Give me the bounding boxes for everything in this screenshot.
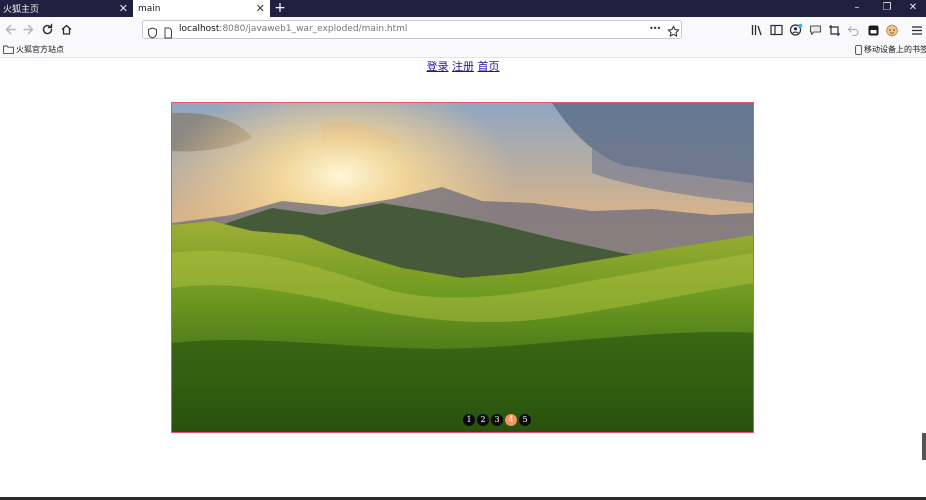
tab-firefox-home[interactable]: 火狐主页 ✕ [0,0,133,17]
home-icon [61,24,72,35]
scrollbar-thumb[interactable] [922,433,926,460]
undo-icon[interactable] [845,22,861,38]
tab-strip: 火狐主页 ✕ main ✕ + – ❐ ✕ [0,0,926,17]
forward-button[interactable] [19,20,38,39]
bookmark-star-icon[interactable] [667,23,680,42]
minimize-button[interactable]: – [842,0,872,17]
reload-icon [42,23,53,35]
folder-icon [3,45,14,54]
slider-dot-1[interactable]: 1 [463,414,475,426]
bookmark-label: 移动设备上的书签 [864,45,926,54]
slider-dot-2[interactable]: 2 [477,414,489,426]
tab-label: 火狐主页 [3,5,40,15]
tab-main[interactable]: main ✕ [133,0,270,17]
back-button[interactable] [1,20,20,39]
home-link[interactable]: 首页 [478,60,500,73]
image-slider[interactable]: 1 2 3 4 5 [171,102,754,433]
page-actions-icon[interactable]: ••• [649,21,661,38]
slider-dot-3[interactable]: 3 [491,414,503,426]
url-text[interactable]: localhost:8080/javaweb1_war_exploded/mai… [179,21,407,38]
bookmark-label: 火狐官方站点 [16,45,64,54]
page-info-icon[interactable] [163,24,173,43]
address-bar[interactable]: localhost:8080/javaweb1_war_exploded/mai… [142,20,682,39]
library-icon[interactable] [749,22,765,38]
slider-pagination: 1 2 3 4 5 [463,414,531,426]
landscape-image [172,103,753,432]
face-extension-icon[interactable] [884,22,900,38]
tab-close-icon[interactable]: ✕ [256,0,265,17]
bookmarks-toolbar: 火狐官方站点 移动设备上的书签 [0,42,926,58]
crop-icon[interactable] [826,22,842,38]
bookmark-firefox-official[interactable]: 火狐官方站点 [3,42,64,57]
chat-icon[interactable] [807,22,823,38]
sidebar-icon[interactable] [768,22,784,38]
home-button[interactable] [57,20,76,39]
menu-icon[interactable] [909,22,925,38]
window-close-button[interactable]: ✕ [898,0,926,17]
extension-icon[interactable] [865,22,881,38]
account-icon[interactable] [788,22,804,38]
new-tab-button[interactable]: + [272,0,288,17]
slider-dot-5[interactable]: 5 [519,414,531,426]
back-arrow-icon [5,24,16,35]
page-nav-links: 登录 注册 首页 [0,59,926,74]
shield-icon[interactable] [147,24,158,43]
slider-dot-4[interactable]: 4 [505,414,517,426]
forward-arrow-icon [23,24,34,35]
login-link[interactable]: 登录 [427,60,449,73]
tab-close-icon[interactable]: ✕ [119,0,128,17]
register-link[interactable]: 注册 [452,60,474,73]
tab-label: main [138,3,161,14]
bookmark-mobile[interactable]: 移动设备上的书签 [855,42,926,57]
mobile-device-icon [855,44,862,55]
reload-button[interactable] [38,20,57,39]
